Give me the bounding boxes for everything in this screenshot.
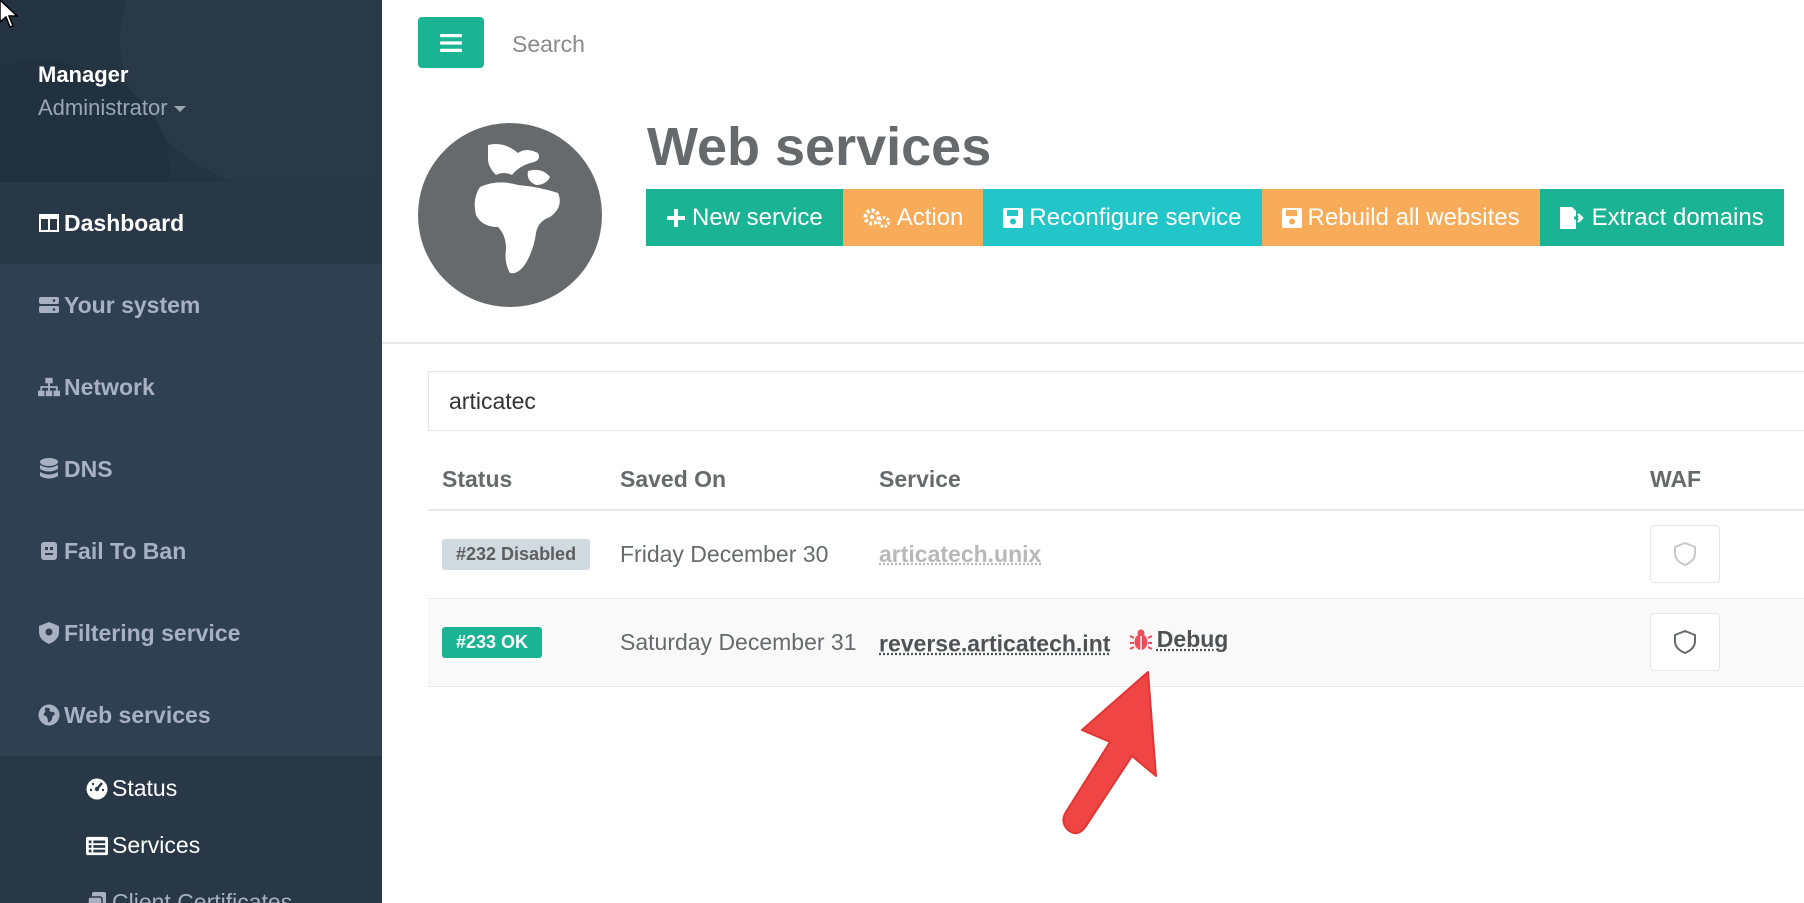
waf-toggle-button[interactable] (1650, 613, 1720, 671)
column-header-status[interactable]: Status (428, 450, 606, 511)
save-icon (1003, 207, 1024, 228)
waf-cell (1636, 510, 1804, 599)
saved-on-cell: Friday December 30 (606, 510, 865, 599)
shield-icon (1674, 542, 1696, 567)
column-header-waf[interactable]: WAF (1636, 450, 1804, 511)
app-window: Manager Administrator Dashboard Your sys… (0, 0, 1804, 903)
rebuild-all-websites-button[interactable]: Rebuild all websites (1261, 189, 1540, 246)
rebuild-all-websites-label: Rebuild all websites (1307, 203, 1520, 231)
save-icon (1281, 207, 1302, 228)
sidebar-item-network[interactable]: Network (0, 346, 382, 428)
database-icon (38, 458, 60, 480)
reconfigure-service-button[interactable]: Reconfigure service (983, 189, 1262, 246)
column-header-saved-on[interactable]: Saved On (606, 450, 865, 511)
sidebar-item-dashboard[interactable]: Dashboard (0, 182, 382, 264)
service-link[interactable]: reverse.articatech.int (879, 631, 1110, 657)
globe-icon (38, 704, 60, 726)
sidebar-item-label: Filtering service (64, 619, 241, 646)
file-export-icon (1559, 206, 1586, 229)
sidebar-subitem-services[interactable]: Services (0, 817, 382, 874)
reconfigure-service-label: Reconfigure service (1029, 203, 1242, 231)
shield-gear-icon (38, 622, 60, 644)
profile-name: Manager (38, 62, 129, 87)
sidebar-subitem-label: Status (112, 775, 178, 801)
page-header: Web services New service Action Reconfig… (382, 90, 1804, 344)
bug-icon (1129, 629, 1153, 650)
sidebar-nav: Dashboard Your system Network DNS Fail T… (0, 182, 382, 903)
list-icon (86, 835, 108, 857)
profile-role-dropdown[interactable]: Administrator (38, 95, 186, 121)
table-row: #232 Disabled Friday December 30 articat… (428, 510, 1804, 599)
debug-label: Debug (1156, 626, 1229, 653)
server-icon (38, 294, 60, 316)
sidebar-subitem-status[interactable]: Status (0, 760, 382, 817)
waf-cell (1636, 598, 1804, 687)
sidebar-item-your-system[interactable]: Your system (0, 264, 382, 346)
mouse-cursor-icon (0, 0, 19, 28)
extract-domains-label: Extract domains (1591, 203, 1764, 231)
shield-icon (1674, 630, 1696, 654)
saved-on-cell: Saturday December 31 (606, 598, 865, 687)
menu-toggle-button[interactable] (418, 17, 484, 68)
action-button[interactable]: Action (842, 189, 984, 246)
search-input[interactable] (512, 26, 812, 62)
ban-icon (38, 540, 60, 562)
tachometer-icon (86, 778, 108, 800)
extract-domains-button[interactable]: Extract domains (1539, 189, 1784, 246)
sidebar-subitem-label: Services (112, 832, 201, 858)
sidebar-item-fail-to-ban[interactable]: Fail To Ban (0, 510, 382, 592)
table-header-row: Status Saved On Service WAF (428, 450, 1804, 511)
action-label: Action (896, 203, 964, 231)
debug-link[interactable]: Debug (1129, 626, 1229, 653)
sidebar-subitem-label: Client Certificates (112, 889, 293, 903)
sidebar-item-label: Your system (64, 291, 201, 318)
new-service-button[interactable]: New service (646, 189, 843, 246)
sidebar-subnav-web-services: Status Services Client Certificates (0, 756, 382, 903)
status-cell: #233 OK (428, 598, 606, 687)
globe-icon (418, 123, 602, 307)
filter-input[interactable] (428, 371, 1804, 431)
service-cell: articatech.unix (865, 510, 1636, 599)
status-badge: #233 OK (442, 626, 543, 658)
sidebar: Manager Administrator Dashboard Your sys… (0, 0, 382, 903)
topbar (382, 0, 1804, 90)
sidebar-item-label: Web services (64, 701, 211, 728)
status-badge: #232 Disabled (442, 538, 591, 570)
waf-toggle-button[interactable] (1650, 525, 1720, 584)
sidebar-item-filtering-service[interactable]: Filtering service (0, 592, 382, 674)
files-icon (86, 891, 108, 903)
hamburger-icon (440, 33, 462, 52)
sidebar-item-label: Network (64, 373, 155, 400)
action-button-group: New service Action Reconfigure service R… (646, 189, 1784, 246)
annotation-arrow-icon (1062, 671, 1157, 835)
page-title: Web services (647, 117, 992, 177)
profile-block: Manager Administrator (0, 0, 382, 182)
sidebar-item-label: DNS (64, 455, 113, 482)
service-cell: reverse.articatech.int Debug (865, 598, 1636, 687)
sitemap-icon (38, 376, 60, 398)
new-service-label: New service (692, 203, 823, 231)
service-link[interactable]: articatech.unix (879, 541, 1041, 567)
column-header-service[interactable]: Service (865, 450, 1636, 511)
caret-down-icon (173, 106, 186, 113)
services-table: Status Saved On Service WAF #232 Disable… (428, 450, 1804, 687)
sidebar-subitem-client-certificates[interactable]: Client Certificates (0, 874, 382, 903)
sidebar-item-dns[interactable]: DNS (0, 428, 382, 510)
profile-role-label: Administrator (38, 95, 168, 120)
sidebar-item-web-services[interactable]: Web services (0, 674, 382, 756)
sidebar-item-label: Fail To Ban (64, 537, 187, 564)
status-cell: #232 Disabled (428, 510, 606, 599)
sidebar-item-label: Dashboard (64, 209, 185, 236)
cogs-icon (863, 207, 891, 229)
plus-icon (666, 208, 686, 228)
columns-icon (38, 212, 60, 234)
